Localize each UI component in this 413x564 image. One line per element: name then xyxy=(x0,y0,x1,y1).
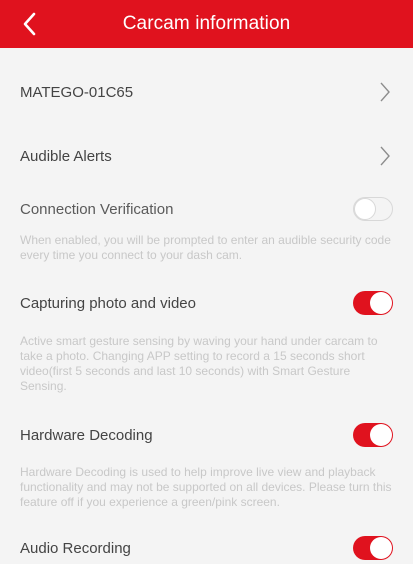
capturing-photo-video-row: Capturing photo and video xyxy=(0,288,413,318)
capturing-photo-video-description: Active smart gesture sensing by waving y… xyxy=(20,334,378,393)
hardware-decoding-row: Hardware Decoding xyxy=(0,420,413,450)
header-bar: Carcam information xyxy=(0,0,413,48)
chevron-right-icon xyxy=(377,144,393,168)
toggle-knob xyxy=(370,292,392,314)
connection-verification-toggle[interactable] xyxy=(353,197,393,221)
audible-alerts-row[interactable]: Audible Alerts xyxy=(0,136,413,176)
device-row[interactable]: MATEGO-01C65 xyxy=(0,72,413,112)
capturing-photo-video-label: Capturing photo and video xyxy=(20,294,196,312)
toggle-knob xyxy=(370,424,392,446)
connection-verification-row: Connection Verification xyxy=(0,194,413,224)
chevron-left-icon xyxy=(23,12,36,36)
page-title: Carcam information xyxy=(122,13,291,34)
hardware-decoding-label: Hardware Decoding xyxy=(20,426,153,444)
chevron-right-icon xyxy=(377,80,393,104)
connection-verification-description: When enabled, you will be prompted to en… xyxy=(20,233,391,262)
audio-recording-toggle[interactable] xyxy=(353,536,393,560)
audible-alerts-label: Audible Alerts xyxy=(20,147,112,165)
toggle-knob xyxy=(370,537,392,559)
hardware-decoding-toggle[interactable] xyxy=(353,423,393,447)
device-name-label: MATEGO-01C65 xyxy=(20,83,134,101)
audio-recording-label: Audio Recording xyxy=(20,539,131,557)
hardware-decoding-description: Hardware Decoding is used to help improv… xyxy=(20,465,392,509)
capturing-photo-video-toggle[interactable] xyxy=(353,291,393,315)
audio-recording-row: Audio Recording xyxy=(0,533,413,563)
connection-verification-label: Connection Verification xyxy=(20,200,174,218)
back-button[interactable] xyxy=(14,9,44,39)
toggle-knob xyxy=(354,198,376,220)
